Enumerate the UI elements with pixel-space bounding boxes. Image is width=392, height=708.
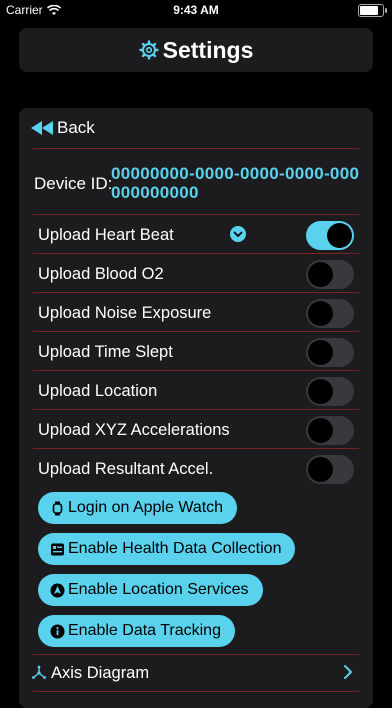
noise-exposure-toggle[interactable] (306, 299, 354, 328)
toggle-knob (308, 379, 333, 404)
battery-level (360, 6, 378, 15)
toggle-row-resultant-accel: Upload Resultant Accel. (38, 450, 354, 488)
toggle-label: Upload Resultant Accel. (38, 460, 214, 478)
divider (33, 448, 359, 449)
axis-diagram-label: Axis Diagram (51, 663, 150, 682)
battery-icon (358, 4, 387, 17)
button-label: Enable Data Tracking (68, 622, 221, 639)
divider (33, 253, 359, 254)
toggle-row-heart-beat: Upload Heart Beat (38, 216, 354, 254)
chevron-right-icon (344, 665, 353, 679)
blood-o2-toggle[interactable] (306, 260, 354, 289)
divider (33, 148, 359, 149)
toggle-label: Upload Blood O2 (38, 265, 164, 283)
toggle-row-xyz-accelerations: Upload XYZ Accelerations (38, 411, 354, 449)
toggle-label: Upload Heart Beat (38, 226, 174, 244)
toggle-row-blood-o2: Upload Blood O2 (38, 255, 354, 293)
toggle-knob (327, 223, 352, 248)
rewind-icon (31, 121, 53, 135)
device-id-row: Device ID: 00000000-0000-0000-0000-00000… (33, 162, 363, 202)
status-bar: Carrier 9:43 AM (0, 0, 392, 20)
enable-data-tracking-button[interactable]: Enable Data Tracking (38, 615, 235, 647)
toggle-row-noise-exposure: Upload Noise Exposure (38, 294, 354, 332)
toggle-label: Upload Location (38, 382, 158, 400)
settings-header: Settings (19, 28, 373, 72)
toggle-knob (308, 262, 333, 287)
xyz-accelerations-toggle[interactable] (306, 416, 354, 445)
gear-icon (138, 40, 159, 60)
page-title: Settings (162, 36, 254, 63)
button-label: Enable Health Data Collection (68, 540, 282, 557)
toggle-row-time-slept: Upload Time Slept (38, 333, 354, 371)
back-button[interactable]: Back (31, 118, 95, 138)
clock: 9:43 AM (173, 3, 219, 17)
toggle-label: Upload Noise Exposure (38, 304, 212, 322)
axis-diagram-row[interactable]: Axis Diagram (31, 661, 353, 685)
button-label: Enable Location Services (68, 581, 249, 598)
info-icon (50, 624, 65, 638)
divider (33, 691, 359, 692)
enable-health-data-button[interactable]: Enable Health Data Collection (38, 533, 296, 565)
toggle-knob (308, 457, 333, 482)
device-id-label: Device ID: (34, 174, 113, 193)
location-toggle[interactable] (306, 377, 354, 406)
settings-panel: Back Device ID: 00000000-0000-0000-0000-… (19, 108, 373, 708)
divider (33, 654, 359, 655)
applewatch-icon (52, 501, 63, 515)
divider (33, 214, 359, 215)
divider (33, 292, 359, 293)
location-arrow-icon (50, 583, 65, 597)
divider (33, 331, 359, 332)
health-record-icon (51, 543, 64, 555)
toggle-label: Upload XYZ Accelerations (38, 421, 230, 439)
resultant-accel-toggle[interactable] (306, 455, 354, 484)
time-slept-toggle[interactable] (306, 338, 354, 367)
toggle-label: Upload Time Slept (38, 343, 173, 361)
device-id-value: 00000000-0000-0000-0000-000000000000 (111, 164, 360, 202)
toggle-knob (308, 340, 333, 365)
button-label: Login on Apple Watch (68, 499, 224, 516)
heart-beat-toggle[interactable] (306, 221, 354, 250)
toggle-knob (308, 301, 333, 326)
toggle-knob (308, 418, 333, 443)
divider (33, 409, 359, 410)
back-label: Back (57, 118, 95, 137)
enable-location-services-button[interactable]: Enable Location Services (38, 574, 263, 606)
divider (33, 370, 359, 371)
chevron-down-icon[interactable] (230, 226, 246, 242)
login-apple-watch-button[interactable]: Login on Apple Watch (38, 492, 238, 524)
axis-icon (32, 665, 46, 679)
toggle-row-location: Upload Location (38, 372, 354, 410)
